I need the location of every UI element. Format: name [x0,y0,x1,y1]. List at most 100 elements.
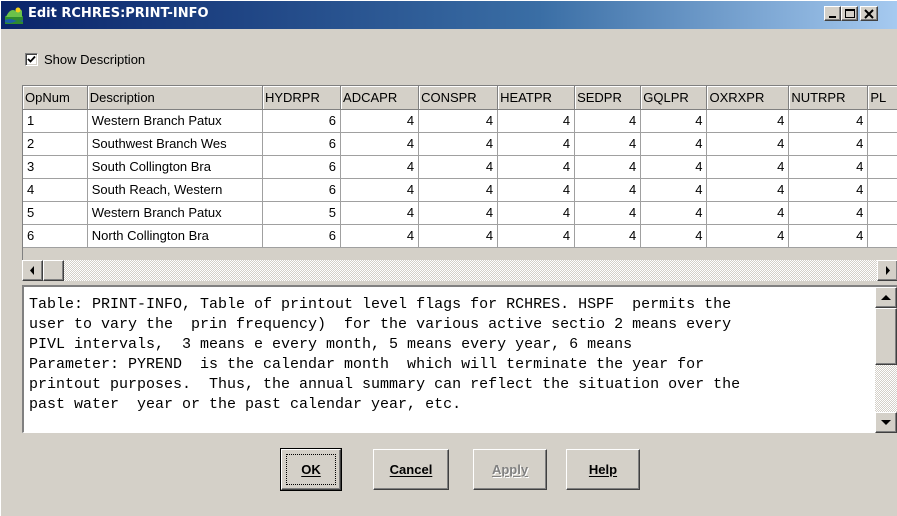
column-header-heatpr[interactable]: HEATPR [497,86,576,110]
grid-cell-sedpr[interactable]: 4 [574,155,642,179]
grid-cell-nutrpr[interactable]: 4 [788,178,869,202]
grid-cell-hydrpr[interactable]: 5 [262,201,342,225]
grid-cell-conspr[interactable]: 4 [418,155,499,179]
grid-cell-nutrpr[interactable]: 4 [788,132,869,156]
print-info-grid[interactable]: OpNum Description HYDRPR ADCAPR CONSPR HEATPR… [22,85,897,281]
grid-cell-heatpr[interactable]: 4 [497,155,576,179]
grid-cell-pl[interactable] [867,132,897,156]
grid-cell-heatpr[interactable]: 4 [497,109,576,133]
grid-cell-oxrxpr[interactable]: 4 [706,132,790,156]
scroll-down-button[interactable] [875,412,897,433]
column-header-conspr[interactable]: CONSPR [418,86,499,110]
grid-cell-heatpr[interactable]: 4 [497,224,576,248]
grid-cell-opnum[interactable]: 3 [23,155,88,179]
grid-cell-description[interactable]: South Collington Bra [87,155,263,179]
grid-cell-heatpr[interactable]: 4 [497,132,576,156]
grid-cell-description[interactable]: Western Branch Patux [87,109,263,133]
grid-cell-hydrpr[interactable]: 6 [262,178,342,202]
grid-cell-nutrpr[interactable]: 4 [788,155,869,179]
close-button[interactable] [860,6,878,21]
table-row[interactable]: 6 North Collington Bra 6 4 4 4 4 4 4 4 [23,224,897,248]
grid-cell-gqlpr[interactable]: 4 [640,224,708,248]
apply-button[interactable]: Apply [473,449,547,490]
grid-cell-opnum[interactable]: 1 [23,109,88,133]
grid-cell-opnum[interactable]: 6 [23,224,88,248]
grid-cell-gqlpr[interactable]: 4 [640,178,708,202]
grid-cell-nutrpr[interactable]: 4 [788,109,869,133]
grid-cell-hydrpr[interactable]: 6 [262,155,342,179]
grid-cell-description[interactable]: South Reach, Western [87,178,263,202]
ok-button[interactable]: OK [280,448,342,491]
table-row[interactable]: 5 Western Branch Patux 5 4 4 4 4 4 4 4 [23,201,897,225]
grid-cell-pl[interactable] [867,178,897,202]
grid-cell-heatpr[interactable]: 4 [497,201,576,225]
grid-cell-pl[interactable] [867,155,897,179]
grid-cell-sedpr[interactable]: 4 [574,224,642,248]
scroll-right-button[interactable] [877,260,897,281]
grid-cell-sedpr[interactable]: 4 [574,178,642,202]
vertical-scrollbar[interactable] [875,287,897,433]
grid-cell-nutrpr[interactable]: 4 [788,224,869,248]
grid-cell-pl[interactable] [867,224,897,248]
maximize-button[interactable] [841,6,858,21]
grid-cell-pl[interactable] [867,109,897,133]
grid-cell-opnum[interactable]: 4 [23,178,88,202]
column-header-oxrxpr[interactable]: OXRXPR [706,86,790,110]
grid-cell-heatpr[interactable]: 4 [497,178,576,202]
grid-cell-adcapr[interactable]: 4 [340,155,420,179]
grid-cell-conspr[interactable]: 4 [418,224,499,248]
column-header-adcapr[interactable]: ADCAPR [340,86,420,110]
grid-cell-conspr[interactable]: 4 [418,132,499,156]
table-row[interactable]: 1 Western Branch Patux 6 4 4 4 4 4 4 4 [23,109,897,133]
title-bar[interactable]: Edit RCHRES:PRINT-INFO [1,1,897,29]
grid-cell-sedpr[interactable]: 4 [574,132,642,156]
grid-cell-opnum[interactable]: 2 [23,132,88,156]
column-header-hydrpr[interactable]: HYDRPR [262,86,342,110]
grid-cell-adcapr[interactable]: 4 [340,201,420,225]
table-row[interactable]: 2 Southwest Branch Wes 6 4 4 4 4 4 4 4 [23,132,897,156]
column-header-nutrpr[interactable]: NUTRPR [788,86,869,110]
grid-cell-hydrpr[interactable]: 6 [262,132,342,156]
grid-cell-oxrxpr[interactable]: 4 [706,155,790,179]
help-button[interactable]: Help [566,449,640,490]
column-header-pl[interactable]: PL [867,86,897,110]
minimize-button[interactable] [824,6,841,21]
description-textbox[interactable]: Table: PRINT-INFO, Table of printout lev… [22,285,897,433]
column-header-gqlpr[interactable]: GQLPR [640,86,708,110]
grid-cell-description[interactable]: Southwest Branch Wes [87,132,263,156]
grid-cell-gqlpr[interactable]: 4 [640,155,708,179]
grid-cell-hydrpr[interactable]: 6 [262,224,342,248]
column-header-sedpr[interactable]: SEDPR [574,86,642,110]
grid-cell-conspr[interactable]: 4 [418,109,499,133]
grid-cell-adcapr[interactable]: 4 [340,132,420,156]
grid-cell-opnum[interactable]: 5 [23,201,88,225]
grid-cell-description[interactable]: North Collington Bra [87,224,263,248]
scroll-up-button[interactable] [875,287,897,308]
grid-cell-oxrxpr[interactable]: 4 [706,109,790,133]
grid-cell-hydrpr[interactable]: 6 [262,109,342,133]
grid-cell-sedpr[interactable]: 4 [574,109,642,133]
table-row[interactable]: 3 South Collington Bra 6 4 4 4 4 4 4 4 [23,155,897,179]
grid-cell-oxrxpr[interactable]: 4 [706,201,790,225]
grid-cell-pl[interactable] [867,201,897,225]
grid-cell-conspr[interactable]: 4 [418,178,499,202]
grid-cell-gqlpr[interactable]: 4 [640,132,708,156]
horizontal-scroll-thumb[interactable] [43,260,64,281]
vertical-scroll-thumb[interactable] [875,308,897,365]
grid-cell-description[interactable]: Western Branch Patux [87,201,263,225]
grid-cell-sedpr[interactable]: 4 [574,201,642,225]
grid-cell-adcapr[interactable]: 4 [340,109,420,133]
grid-cell-adcapr[interactable]: 4 [340,224,420,248]
grid-cell-adcapr[interactable]: 4 [340,178,420,202]
grid-cell-conspr[interactable]: 4 [418,201,499,225]
grid-cell-nutrpr[interactable]: 4 [788,201,869,225]
column-header-description[interactable]: Description [87,86,263,110]
grid-cell-gqlpr[interactable]: 4 [640,201,708,225]
horizontal-scrollbar[interactable] [22,260,897,281]
show-description-checkbox[interactable] [25,53,38,66]
grid-cell-oxrxpr[interactable]: 4 [706,224,790,248]
grid-cell-oxrxpr[interactable]: 4 [706,178,790,202]
scroll-left-button[interactable] [22,260,43,281]
cancel-button[interactable]: Cancel [373,449,449,490]
grid-cell-gqlpr[interactable]: 4 [640,109,708,133]
